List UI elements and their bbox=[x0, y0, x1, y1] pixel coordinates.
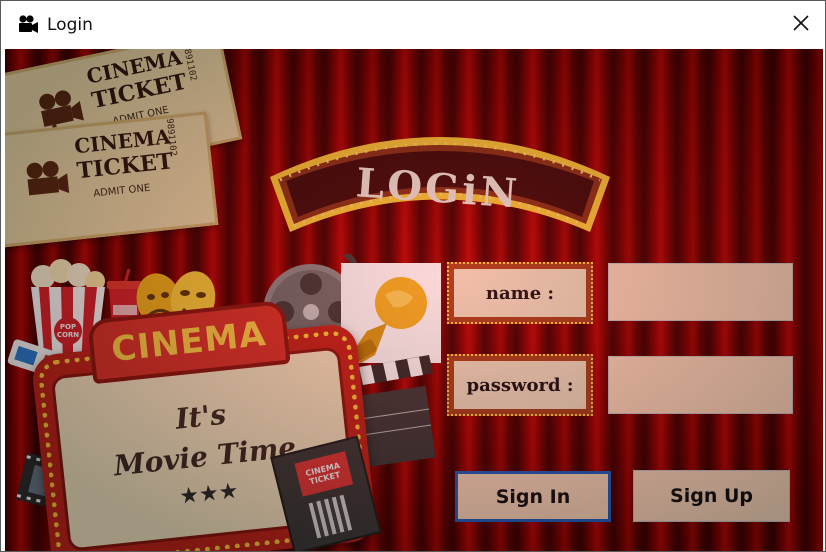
login-banner: LOGiN bbox=[260, 107, 620, 237]
close-button[interactable] bbox=[783, 7, 819, 43]
title-bar: Login bbox=[1, 1, 825, 49]
window-title: Login bbox=[47, 15, 93, 35]
name-label: name : bbox=[454, 269, 586, 317]
ticket-label-box: CINEMA TICKET bbox=[294, 451, 354, 497]
curtain-background: CINEMA TICKET ADMIT ONE 9891102 CINEMA T… bbox=[5, 49, 823, 551]
small-ticket-label: CINEMA TICKET bbox=[304, 460, 342, 487]
name-label-frame: name : bbox=[447, 262, 593, 324]
close-icon bbox=[792, 14, 810, 36]
sign-up-button[interactable]: Sign Up bbox=[633, 470, 790, 522]
sign-header-text: CINEMA bbox=[109, 313, 269, 371]
qr-code-icon bbox=[308, 494, 353, 539]
login-window: Login CINEMA TICKET ADMIT ONE 9891102 CI… bbox=[0, 0, 826, 552]
ticket-admit: ADMIT ONE bbox=[92, 182, 151, 200]
cinema-ticket-image: CINEMA TICKET ADMIT ONE 9891102 bbox=[5, 111, 219, 249]
password-input[interactable] bbox=[608, 356, 793, 414]
password-label-frame: password : bbox=[447, 354, 593, 416]
film-camera-icon bbox=[19, 155, 74, 214]
movie-camera-icon bbox=[17, 14, 39, 36]
sign-in-button[interactable]: Sign In bbox=[455, 471, 611, 522]
name-input[interactable] bbox=[608, 263, 793, 321]
password-label: password : bbox=[454, 361, 586, 409]
popcorn-label: POP CORN bbox=[56, 323, 80, 339]
